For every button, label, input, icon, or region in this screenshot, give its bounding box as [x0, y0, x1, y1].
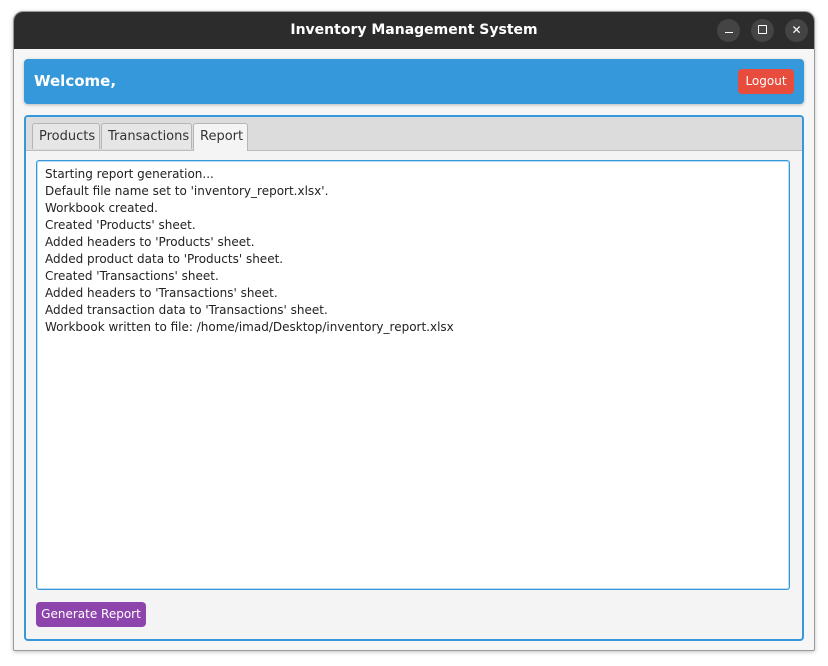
maximize-icon	[758, 25, 767, 34]
log-line: Added product data to 'Products' sheet.	[45, 252, 284, 266]
maximize-button[interactable]	[751, 19, 774, 42]
close-icon: ✕	[791, 23, 802, 37]
log-line: Added transaction data to 'Transactions'…	[45, 303, 328, 317]
log-line: Starting report generation...	[45, 167, 214, 181]
tab-pane: Products Transactions Report Starting re…	[24, 115, 804, 641]
report-log-textarea[interactable]: Starting report generation... Default fi…	[36, 160, 790, 590]
tab-transactions[interactable]: Transactions	[101, 123, 192, 149]
tab-bar: Products Transactions Report	[26, 117, 802, 151]
tab-products[interactable]: Products	[32, 123, 100, 149]
generate-report-button[interactable]: Generate Report	[36, 602, 146, 627]
welcome-label: Welcome,	[34, 72, 117, 90]
window-title: Inventory Management System	[290, 22, 538, 38]
logout-button[interactable]: Logout	[738, 69, 794, 94]
minimize-icon	[724, 31, 733, 34]
log-line: Added headers to 'Transactions' sheet.	[45, 286, 278, 300]
log-line: Workbook written to file: /home/imad/Des…	[45, 320, 454, 334]
log-line: Created 'Products' sheet.	[45, 218, 196, 232]
tab-report[interactable]: Report	[193, 123, 248, 151]
welcome-header: Welcome, Logout	[24, 59, 804, 104]
app-window: Inventory Management System ✕ Welcome, L…	[13, 11, 815, 651]
minimize-button[interactable]	[717, 19, 740, 42]
log-line: Added headers to 'Products' sheet.	[45, 235, 255, 249]
title-bar[interactable]: Inventory Management System ✕	[14, 12, 814, 49]
log-line: Workbook created.	[45, 201, 158, 215]
log-line: Default file name set to 'inventory_repo…	[45, 184, 329, 198]
log-line: Created 'Transactions' sheet.	[45, 269, 219, 283]
close-button[interactable]: ✕	[785, 19, 808, 42]
